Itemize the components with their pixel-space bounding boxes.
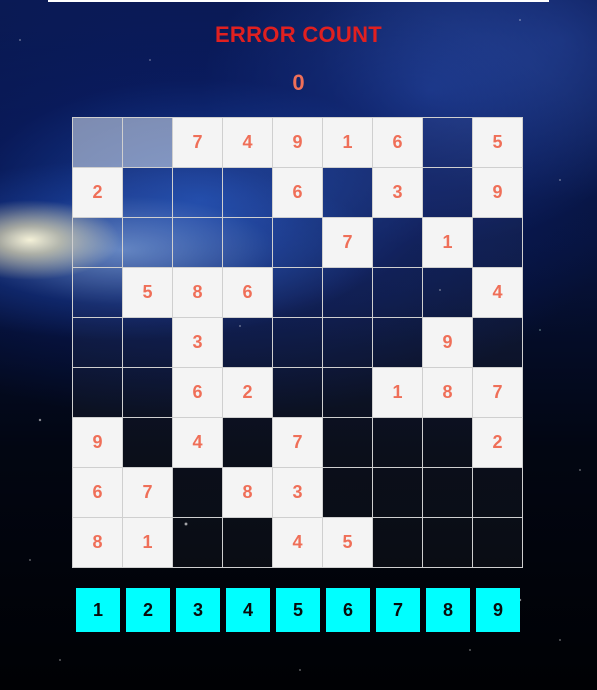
board-cell: 9: [473, 168, 523, 218]
board-cell[interactable]: [223, 518, 273, 568]
board-cell[interactable]: [423, 418, 473, 468]
board-cell[interactable]: [273, 218, 323, 268]
board-cell[interactable]: [423, 118, 473, 168]
board-cell[interactable]: [373, 318, 423, 368]
board-cell[interactable]: [323, 468, 373, 518]
board-cell[interactable]: [473, 318, 523, 368]
board-cell: 7: [123, 468, 173, 518]
board-cell[interactable]: [123, 418, 173, 468]
board-cell[interactable]: [123, 168, 173, 218]
number-button-2[interactable]: 2: [126, 588, 170, 632]
board-cell[interactable]: [273, 268, 323, 318]
board-cell[interactable]: [323, 168, 373, 218]
board-cell[interactable]: [273, 318, 323, 368]
board-cell[interactable]: [73, 218, 123, 268]
number-picker: 123456789: [76, 588, 526, 632]
number-button-4[interactable]: 4: [226, 588, 270, 632]
board-cell: 8: [73, 518, 123, 568]
board-cell: 1: [123, 518, 173, 568]
board-cell[interactable]: [423, 268, 473, 318]
board-cell: 4: [273, 518, 323, 568]
board-cell: 4: [173, 418, 223, 468]
board-cell[interactable]: [123, 218, 173, 268]
board-cell[interactable]: [473, 518, 523, 568]
board-cell: 7: [273, 418, 323, 468]
board-cell: 6: [223, 268, 273, 318]
board-cell[interactable]: [373, 418, 423, 468]
board-cell[interactable]: [323, 268, 373, 318]
board-cell: 1: [373, 368, 423, 418]
board-cell[interactable]: [73, 268, 123, 318]
board-cell[interactable]: [123, 118, 173, 168]
board-cell: 7: [473, 368, 523, 418]
board-cell[interactable]: [73, 118, 123, 168]
board-cell: 6: [373, 118, 423, 168]
board-cell[interactable]: [223, 318, 273, 368]
board-cell: 2: [73, 168, 123, 218]
number-button-3[interactable]: 3: [176, 588, 220, 632]
board-cell[interactable]: [373, 268, 423, 318]
number-button-7[interactable]: 7: [376, 588, 420, 632]
board-cell: 9: [73, 418, 123, 468]
board-cell[interactable]: [323, 418, 373, 468]
board-cell[interactable]: [223, 218, 273, 268]
board-cell[interactable]: [173, 218, 223, 268]
board-cell[interactable]: [373, 468, 423, 518]
board-cell: 5: [473, 118, 523, 168]
board-cell: 3: [373, 168, 423, 218]
board-cell: 4: [223, 118, 273, 168]
board-cell: 7: [323, 218, 373, 268]
board-cell[interactable]: [323, 318, 373, 368]
board-cell[interactable]: [173, 468, 223, 518]
number-button-1[interactable]: 1: [76, 588, 120, 632]
board-cell[interactable]: [223, 168, 273, 218]
top-divider: [48, 0, 549, 2]
board-cell: 5: [323, 518, 373, 568]
board-cell[interactable]: [423, 168, 473, 218]
board-cell[interactable]: [223, 418, 273, 468]
board-cell: 9: [273, 118, 323, 168]
board-cell[interactable]: [123, 368, 173, 418]
number-button-5[interactable]: 5: [276, 588, 320, 632]
board-cell: 4: [473, 268, 523, 318]
board-cell[interactable]: [323, 368, 373, 418]
number-button-8[interactable]: 8: [426, 588, 470, 632]
board-cell[interactable]: [73, 318, 123, 368]
board-cell: 3: [273, 468, 323, 518]
board-cell[interactable]: [273, 368, 323, 418]
number-button-9[interactable]: 9: [476, 588, 520, 632]
board-cell: 9: [423, 318, 473, 368]
board-cell[interactable]: [373, 218, 423, 268]
board-cell: 8: [423, 368, 473, 418]
board-cell: 8: [173, 268, 223, 318]
sudoku-board: 74916526397158643962187947267838145: [72, 117, 523, 568]
board-cell[interactable]: [173, 518, 223, 568]
board-cell[interactable]: [423, 518, 473, 568]
board-cell[interactable]: [73, 368, 123, 418]
board-cell[interactable]: [473, 218, 523, 268]
board-cell: 5: [123, 268, 173, 318]
number-button-6[interactable]: 6: [326, 588, 370, 632]
error-count-label: ERROR COUNT: [214, 22, 383, 47]
board-cell: 3: [173, 318, 223, 368]
board-cell[interactable]: [173, 168, 223, 218]
board-cell[interactable]: [473, 468, 523, 518]
board-cell: 6: [173, 368, 223, 418]
board-cell: 8: [223, 468, 273, 518]
board-cell: 6: [273, 168, 323, 218]
board-cell: 6: [73, 468, 123, 518]
board-cell[interactable]: [423, 468, 473, 518]
board-cell: 7: [173, 118, 223, 168]
board-cell: 2: [473, 418, 523, 468]
board-cell[interactable]: [373, 518, 423, 568]
error-count-value: 0: [292, 70, 305, 95]
board-cell: 1: [323, 118, 373, 168]
board-cell[interactable]: [123, 318, 173, 368]
board-cell: 1: [423, 218, 473, 268]
board-cell: 2: [223, 368, 273, 418]
